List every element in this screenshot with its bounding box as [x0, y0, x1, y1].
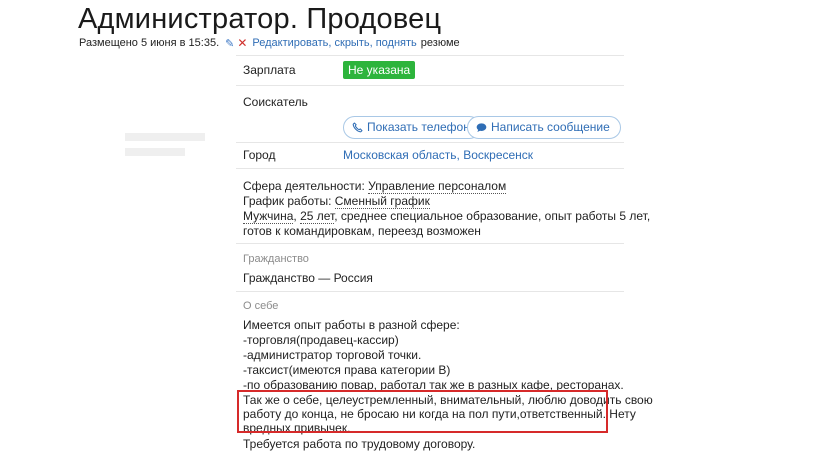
schedule-value[interactable]: Сменный график [334, 194, 430, 209]
salary-label: Зарплата [243, 63, 296, 77]
watermark-icon [125, 133, 205, 156]
highlight-box [237, 390, 608, 433]
sphere-label: Сфера деятельности: [243, 179, 365, 193]
edit-resume-link[interactable]: Редактировать, скрыть, поднять [252, 37, 416, 49]
about-line: Имеется опыт работы в разной сфере: [243, 318, 460, 332]
profile-line-1: Мужчина, 25 лет, среднее специальное обр… [243, 209, 651, 224]
show-phone-button[interactable]: Показать телефон [343, 116, 481, 139]
write-message-label: Написать сообщение [491, 120, 610, 134]
divider [236, 243, 624, 244]
city-link[interactable]: Московская область, Воскресенск [343, 148, 533, 162]
divider [236, 55, 624, 56]
page-title: Администратор. Продовец [78, 3, 442, 35]
profile-rest: , среднее специальное образование, опыт … [334, 209, 651, 223]
pencil-icon[interactable]: ✎ [225, 37, 234, 50]
salary-badge: Не указана [343, 61, 416, 79]
sphere-value[interactable]: Управление персоналом [368, 179, 507, 194]
sphere-line: Сфера деятельности: Управление персонало… [243, 179, 507, 194]
divider [236, 142, 624, 143]
applicant-label: Соискатель [243, 95, 308, 109]
chat-bubble-icon [476, 122, 487, 133]
posted-date: Размещено 5 июня в 15:35. [79, 37, 220, 49]
close-icon[interactable]: ✕ [237, 36, 247, 50]
citizenship-caption: Гражданство [243, 253, 309, 265]
divider [236, 85, 624, 86]
write-message-button[interactable]: Написать сообщение [467, 116, 621, 139]
schedule-label: График работы: [243, 194, 332, 208]
profile-line-2: готов к командировкам, переезд возможен [243, 224, 481, 238]
city-label: Город [243, 148, 276, 162]
citizenship-value: Гражданство — Россия [243, 271, 373, 285]
divider [236, 168, 624, 169]
about-line: -администратор торговой точки. [243, 348, 422, 362]
about-line: Требуется работа по трудовому договору. [243, 437, 476, 451]
phone-icon [352, 122, 363, 133]
about-line: -торговля(продавец-кассир) [243, 333, 399, 347]
edit-resume-suffix: резюме [420, 37, 460, 49]
show-phone-label: Показать телефон [367, 120, 470, 134]
divider [236, 291, 624, 292]
posted-meta: Размещено 5 июня в 15:35. ✎ ✕ Редактиров… [79, 36, 460, 50]
about-caption: О себе [243, 300, 279, 312]
gender-value[interactable]: Мужчина [243, 209, 294, 224]
about-line: -таксист(имеются права категории B) [243, 363, 451, 377]
schedule-line: График работы: Сменный график [243, 194, 430, 209]
age-value[interactable]: 25 лет [300, 209, 335, 224]
